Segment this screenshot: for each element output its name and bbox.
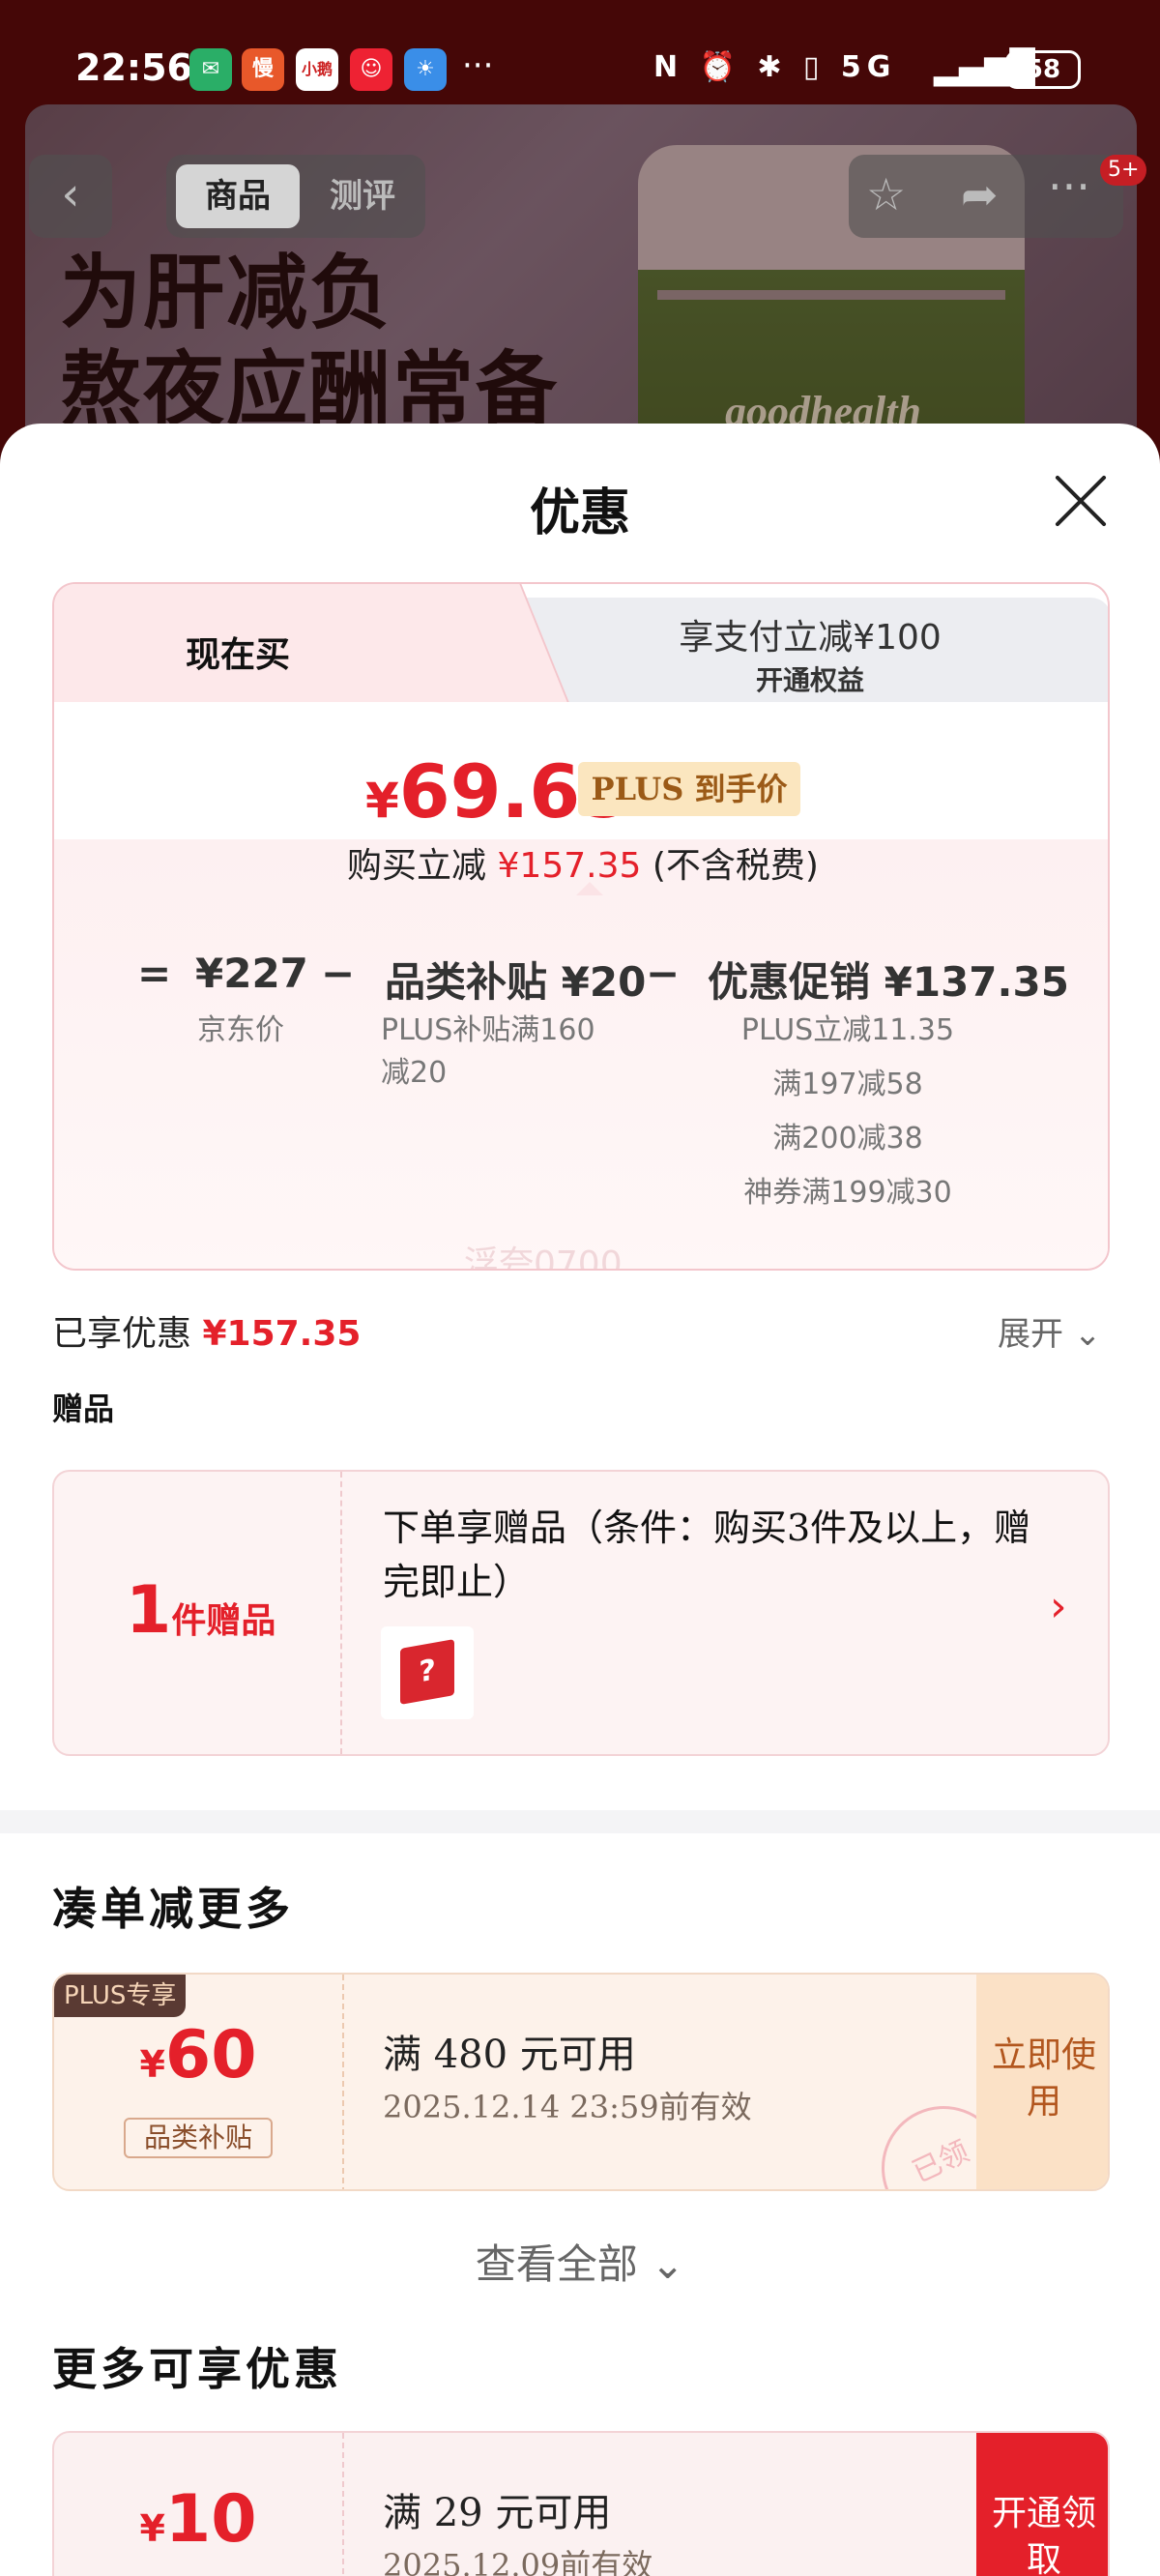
gift-description: 下单享赠品（条件：购买3件及以上，赠完即止） bbox=[383, 1507, 1031, 1603]
app-icon-man: 慢 bbox=[242, 48, 284, 91]
status-time: 22:56 bbox=[75, 46, 192, 89]
tab-product[interactable]: 商品 bbox=[176, 164, 300, 228]
see-all-button[interactable]: 查看全部 ⌄ bbox=[0, 2232, 1160, 2291]
chevron-down-icon: ⌄ bbox=[1073, 1315, 1102, 1354]
subsidy-note: PLUS补贴满160减20 bbox=[381, 1013, 595, 1090]
price-card-body: ¥69.65 PLUS 到手价 购买立减 ¥157.35 (不含税费) = ¥2… bbox=[54, 702, 1108, 1271]
promo-discount: 优惠促销 ¥137.35 bbox=[708, 958, 1069, 1006]
sheet-title: 优惠 bbox=[529, 483, 630, 542]
promo-note: PLUS立减11.35 bbox=[740, 1013, 955, 1047]
coupon-amount: ¥60 bbox=[54, 2017, 342, 2093]
bundle-heading: 凑单减更多 bbox=[52, 1883, 294, 1935]
coupon-amount: ¥10 bbox=[54, 2481, 342, 2558]
expand-button[interactable]: 展开 ⌄ bbox=[998, 1307, 1101, 1355]
wechat-icon: ✉ bbox=[189, 48, 232, 91]
tab-review[interactable]: 测评 bbox=[309, 164, 416, 228]
coupon-value: 60 bbox=[164, 2017, 257, 2093]
coupon-value: 10 bbox=[164, 2481, 257, 2558]
section-divider bbox=[0, 1810, 1160, 1833]
minus-sign: − bbox=[646, 950, 681, 997]
category-subsidy: 品类补贴 ¥20 bbox=[385, 958, 647, 1006]
coupon-divider bbox=[342, 2433, 344, 2576]
gift-count: 1件赠品 bbox=[126, 1572, 276, 1649]
gift-thumbnail: ? bbox=[381, 1626, 474, 1719]
mystery-box-icon: ? bbox=[400, 1639, 454, 1705]
coupon-currency: ¥ bbox=[139, 2043, 165, 2086]
product-tabs: 商品 测评 bbox=[166, 155, 425, 238]
more-menu-icon[interactable]: ··· bbox=[1048, 161, 1090, 213]
promo-notes: PLUS立减11.35 满197减58 满200减38 神券满199减30 bbox=[708, 1010, 988, 1226]
enjoyed-discount: 已享优惠 ¥157.35 bbox=[52, 1305, 361, 1356]
expand-label: 展开 bbox=[998, 1315, 1063, 1354]
plus-price-tag: PLUS 到手价 bbox=[578, 762, 800, 816]
battery-indicator: 58 bbox=[1005, 50, 1081, 89]
system-status-icons: N ⏰ ✱ ▯ 5G bbox=[653, 50, 897, 84]
coupon-condition: 满 29 元可用 bbox=[383, 2491, 612, 2535]
gift-count-unit: 件赠品 bbox=[171, 1601, 276, 1641]
cut-amount: ¥157.35 bbox=[497, 846, 642, 886]
minus-sign: − bbox=[321, 950, 356, 997]
chevron-down-icon: ⌄ bbox=[651, 2240, 685, 2288]
promo-note: 满197减58 bbox=[772, 1068, 923, 1101]
gift-count-panel: 1件赠品 bbox=[54, 1472, 342, 1754]
coupon-currency: ¥ bbox=[139, 2507, 165, 2550]
chevron-right-icon: › bbox=[1050, 1582, 1067, 1631]
cut-suffix: (不含税费) bbox=[652, 846, 819, 886]
price-currency: ¥ bbox=[365, 773, 399, 829]
tab-buy-now[interactable]: 现在买 bbox=[54, 584, 518, 704]
plus-exclusive-badge: PLUS专享 bbox=[54, 1975, 187, 2017]
status-bar: 22:56 ✉ 慢 小鹅 ☺ ☀ ··· N ⏰ ✱ ▯ 5G ▂▄▆█ 58 bbox=[0, 39, 1160, 101]
favorite-star-icon[interactable]: ☆ bbox=[866, 168, 906, 220]
coupon-card: PLUS专享 ¥60 品类补贴 满 480 元可用 2025.12.14 23:… bbox=[52, 1973, 1110, 2191]
nav-actions: ☆ ➦ ··· bbox=[849, 155, 1123, 238]
more-notifications-icon: ··· bbox=[462, 46, 494, 85]
app-icon-xiaoe: 小鹅 bbox=[296, 48, 338, 91]
enjoyed-label: 已享优惠 bbox=[52, 1314, 192, 1354]
caret-indicator bbox=[576, 882, 603, 895]
coupon-condition: 满 480 元可用 bbox=[383, 2033, 636, 2077]
coupon-expiry: 2025.12.09前有效 bbox=[383, 2547, 653, 2576]
see-all-label: 查看全部 bbox=[475, 2240, 638, 2288]
coupon-type-tag: 品类补贴 bbox=[124, 2118, 273, 2158]
use-now-button[interactable]: 立即使用 bbox=[976, 1975, 1108, 2189]
tab-pay-discount[interactable]: 享支付立减¥100 开通权益 bbox=[508, 598, 1108, 704]
promo-note: 神券满199减30 bbox=[743, 1176, 952, 1210]
cut-prefix: 购买立减 bbox=[347, 846, 487, 886]
weather-icon: ☀ bbox=[404, 48, 447, 91]
price-card: 享支付立减¥100 开通权益 现在买 ¥69.65 PLUS 到手价 购买立减 … bbox=[52, 582, 1110, 1271]
jd-price-label: 京东价 bbox=[197, 1013, 284, 1047]
back-button[interactable]: ‹ bbox=[29, 155, 112, 238]
coupon-divider bbox=[342, 1975, 344, 2189]
jd-price: ¥227 bbox=[195, 950, 308, 997]
discount-sheet: 优惠 享支付立减¥100 开通权益 现在买 ¥69.65 PLUS 到手价 购买… bbox=[0, 424, 1160, 2576]
coupon-card: ¥10 满 29 元可用 2025.12.09前有效 开通领取 bbox=[52, 2431, 1110, 2576]
enjoyed-amount: ¥157.35 bbox=[202, 1314, 362, 1354]
more-offers-heading: 更多可享优惠 bbox=[52, 2343, 342, 2395]
tab-pay-label: 享支付立减¥100 bbox=[679, 618, 942, 658]
message-badge: 5+ bbox=[1100, 155, 1147, 186]
gift-count-number: 1 bbox=[126, 1572, 172, 1649]
tab-pay-sublabel: 开通权益 bbox=[755, 664, 864, 696]
promo-note: 满200减38 bbox=[772, 1122, 923, 1156]
close-icon[interactable] bbox=[1052, 472, 1110, 530]
coupon-expiry: 2025.12.14 23:59前有效 bbox=[383, 2089, 752, 2125]
equals-sign: = bbox=[137, 950, 172, 997]
purchase-cut-line: 购买立减 ¥157.35 (不含税费) bbox=[54, 837, 1108, 888]
share-icon[interactable]: ➦ bbox=[961, 168, 999, 220]
tab-buy-now-label: 现在买 bbox=[185, 634, 290, 675]
activate-claim-button[interactable]: 开通领取 bbox=[976, 2433, 1108, 2576]
app-icon-red: ☺ bbox=[350, 48, 392, 91]
gift-heading: 赠品 bbox=[52, 1390, 115, 1427]
gift-card[interactable]: 1件赠品 下单享赠品（条件：购买3件及以上，赠完即止） ? › bbox=[52, 1470, 1110, 1756]
watermark: 浮夸0700 bbox=[464, 1244, 623, 1271]
